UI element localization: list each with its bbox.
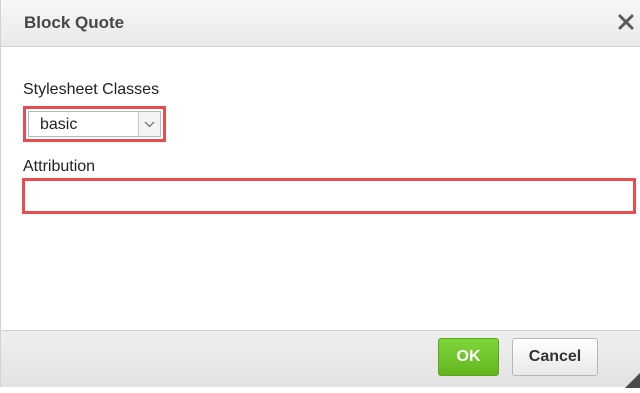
stylesheet-classes-highlight: basic [23,106,166,142]
ok-button[interactable]: OK [438,338,499,376]
cancel-button[interactable]: Cancel [512,338,598,376]
dialog-title: Block Quote [24,13,125,32]
attribution-highlight [22,178,636,214]
block-quote-dialog: Block Quote Stylesheet Classes basic Att… [0,0,640,388]
stylesheet-classes-value: basic [40,116,78,133]
chevron-down-icon[interactable] [138,112,160,136]
dialog-footer: OK Cancel [1,330,640,388]
close-icon[interactable] [613,9,639,35]
stylesheet-classes-select[interactable]: basic [28,111,161,137]
attribution-input[interactable] [25,181,633,211]
dialog-titlebar[interactable]: Block Quote [1,0,640,47]
attribution-label: Attribution [23,158,96,175]
stylesheet-classes-label: Stylesheet Classes [23,81,160,98]
resize-handle-icon[interactable] [621,368,640,388]
